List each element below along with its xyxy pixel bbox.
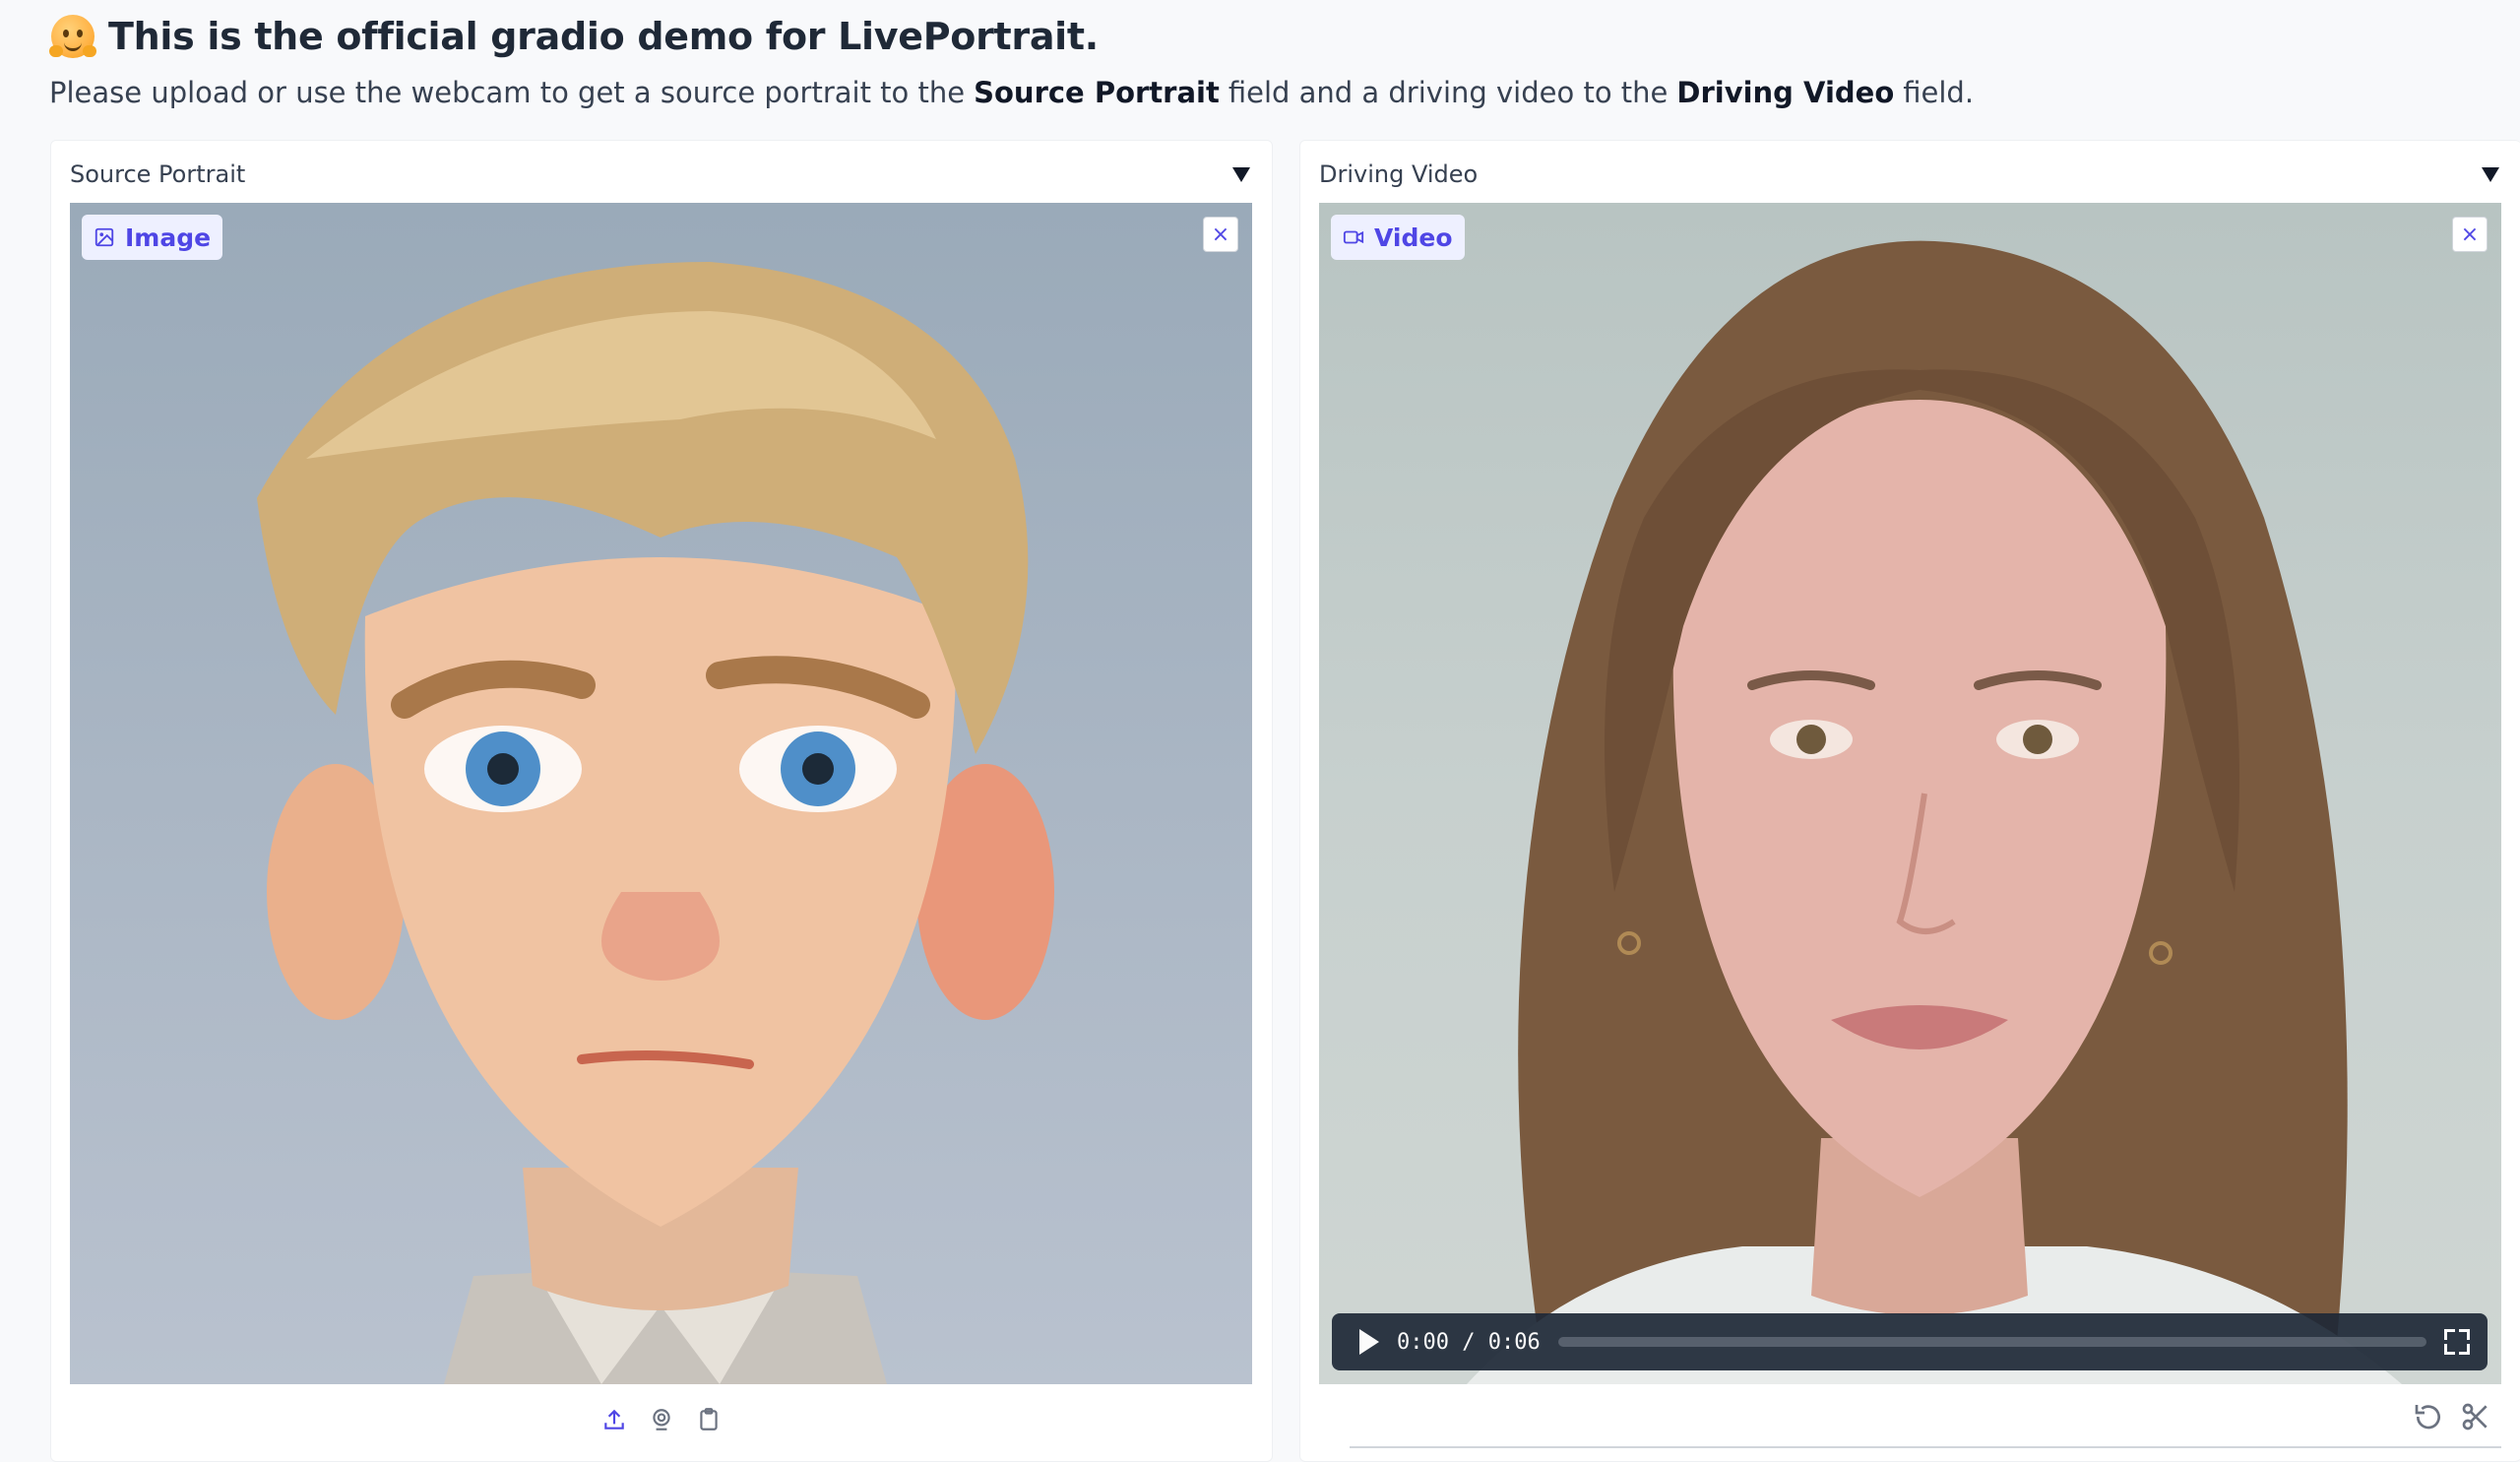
desc-bold-driving: Driving Video bbox=[1676, 76, 1895, 109]
hugging-face-emoji-icon bbox=[49, 15, 96, 58]
image-badge-label: Image bbox=[125, 222, 212, 252]
source-input-toolbar bbox=[51, 1396, 1272, 1443]
clear-image-button[interactable]: × bbox=[1203, 217, 1238, 252]
image-icon bbox=[94, 227, 114, 247]
source-portrait-header[interactable]: Source Portrait bbox=[70, 155, 1250, 194]
source-portrait-label: Source Portrait bbox=[70, 160, 246, 188]
desc-text-2: field and a driving video to the bbox=[1228, 76, 1669, 109]
driving-video-header[interactable]: Driving Video bbox=[1319, 155, 2499, 194]
upload-icon[interactable] bbox=[600, 1406, 628, 1433]
video-editor-divider bbox=[1350, 1446, 2501, 1448]
play-icon[interactable] bbox=[1359, 1329, 1379, 1355]
source-portrait-image bbox=[70, 203, 1252, 1384]
driving-video-area[interactable]: Video × 0:00 / 0:06 bbox=[1319, 203, 2501, 1384]
video-progress-track[interactable] bbox=[1557, 1337, 2426, 1347]
title-text: This is the official gradio demo for Liv… bbox=[108, 15, 1099, 58]
page-description: Please upload or use the webcam to get a… bbox=[49, 71, 1974, 114]
scissors-icon[interactable] bbox=[2460, 1401, 2491, 1432]
video-badge-label: Video bbox=[1374, 222, 1453, 252]
video-type-badge: Video bbox=[1331, 215, 1465, 260]
video-controls: 0:00 / 0:06 bbox=[1332, 1313, 2488, 1370]
desc-text-1: Please upload or use the webcam to get a… bbox=[49, 76, 966, 109]
webcam-icon[interactable] bbox=[648, 1406, 675, 1433]
desc-text-3: field. bbox=[1903, 76, 1975, 109]
driving-video-frame bbox=[1319, 203, 2501, 1384]
collapse-triangle-icon[interactable] bbox=[2482, 166, 2499, 182]
page-title: This is the official gradio demo for Liv… bbox=[49, 12, 1099, 61]
driving-video-panel: Driving Video Video × 0:00 / 0:06 bbox=[1299, 140, 2520, 1462]
close-icon: × bbox=[1211, 222, 1230, 247]
collapse-triangle-icon[interactable] bbox=[1232, 166, 1250, 182]
close-icon: × bbox=[2460, 222, 2480, 247]
video-camera-icon bbox=[1343, 230, 1364, 244]
source-image-area[interactable]: Image × bbox=[70, 203, 1252, 1384]
undo-icon[interactable] bbox=[2413, 1401, 2444, 1432]
video-edit-toolbar bbox=[2413, 1394, 2491, 1439]
image-type-badge: Image bbox=[82, 215, 223, 260]
source-portrait-panel: Source Portrait Image × bbox=[50, 140, 1273, 1462]
desc-bold-source: Source Portrait bbox=[974, 76, 1220, 109]
clipboard-icon[interactable] bbox=[695, 1406, 723, 1433]
clear-video-button[interactable]: × bbox=[2452, 217, 2488, 252]
video-time: 0:00 / 0:06 bbox=[1397, 1329, 1541, 1355]
fullscreen-icon[interactable] bbox=[2444, 1329, 2470, 1355]
driving-video-label: Driving Video bbox=[1319, 160, 1479, 188]
